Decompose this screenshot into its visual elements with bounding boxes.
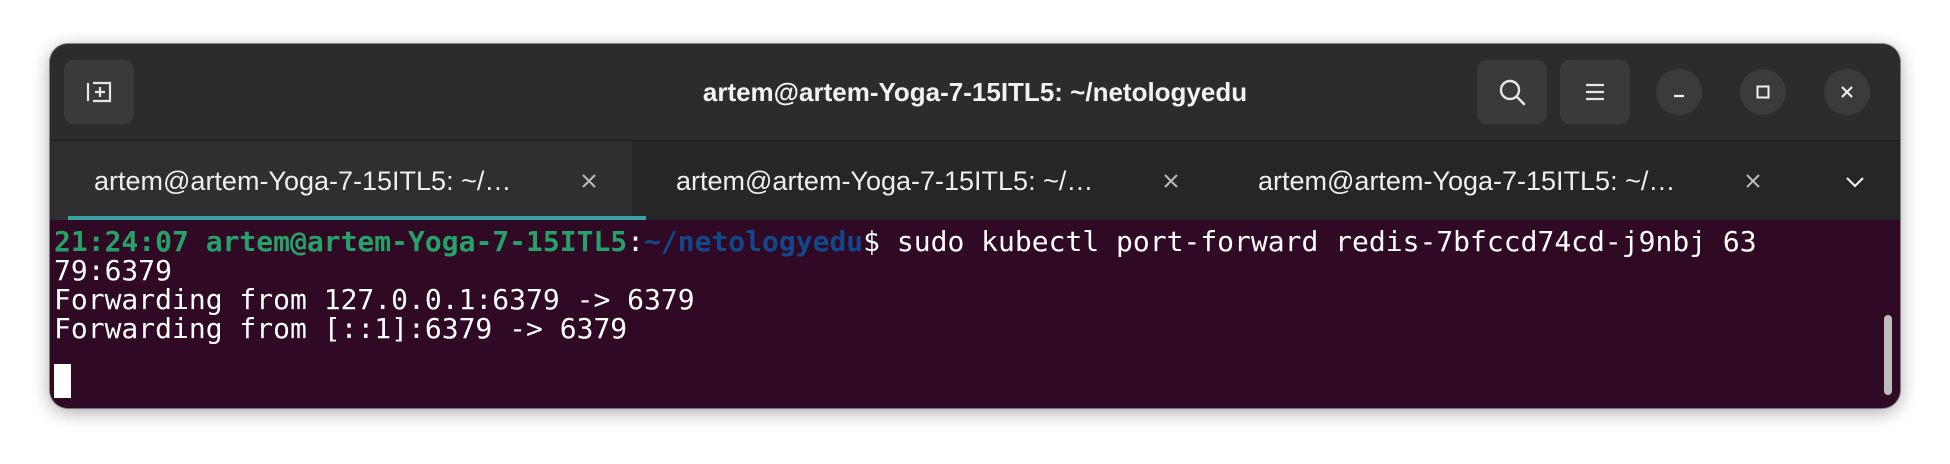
new-tab-button[interactable] bbox=[64, 60, 134, 124]
close-icon bbox=[1164, 174, 1178, 188]
tab-label: artem@artem-Yoga-7-15ITL5: ~/… bbox=[676, 165, 1094, 196]
prompt-colon: : bbox=[627, 225, 645, 258]
search-icon bbox=[1499, 79, 1526, 106]
maximize-button[interactable] bbox=[1740, 69, 1786, 115]
text-cursor bbox=[54, 364, 71, 398]
prompt-path: ~/netologyedu bbox=[644, 225, 864, 258]
tab-overflow-button[interactable] bbox=[1840, 167, 1870, 197]
header-bar: artem@artem-Yoga-7-15ITL5: ~/netologyedu bbox=[50, 44, 1900, 140]
tab-close-button[interactable] bbox=[1158, 168, 1184, 194]
close-icon bbox=[582, 174, 596, 188]
prompt-symbol: $ bbox=[863, 225, 881, 258]
tab-close-button[interactable] bbox=[576, 168, 602, 194]
hamburger-menu-icon bbox=[1586, 83, 1604, 101]
minimize-icon bbox=[1674, 94, 1684, 98]
tab-close-button[interactable] bbox=[1740, 168, 1766, 194]
output-line: Forwarding from [::1]:6379 -> 6379 bbox=[54, 312, 628, 345]
prompt-user-host: artem@artem-Yoga-7-15ITL5 bbox=[205, 225, 628, 258]
tab-2[interactable]: artem@artem-Yoga-7-15ITL5: ~/… bbox=[632, 141, 1214, 221]
command-text: sudo kubectl port-forward redis-7bfccd74… bbox=[880, 225, 1757, 258]
minimize-button[interactable] bbox=[1656, 69, 1702, 115]
terminal-window: artem@artem-Yoga-7-15ITL5: ~/netologyedu bbox=[50, 44, 1900, 408]
new-tab-icon bbox=[86, 81, 112, 103]
scrollbar[interactable] bbox=[1884, 315, 1892, 395]
menu-button[interactable] bbox=[1560, 60, 1630, 124]
chevron-down-icon bbox=[1846, 177, 1864, 188]
terminal-output-area[interactable]: 21:24:07 artem@artem-Yoga-7-15ITL5:~/net… bbox=[50, 220, 1900, 408]
command-prompt-line: 21:24:07 artem@artem-Yoga-7-15ITL5:~/net… bbox=[54, 224, 1757, 260]
tab-1[interactable]: artem@artem-Yoga-7-15ITL5: ~/… bbox=[50, 141, 646, 221]
tab-label: artem@artem-Yoga-7-15ITL5: ~/… bbox=[94, 165, 512, 196]
tab-3[interactable]: artem@artem-Yoga-7-15ITL5: ~/… bbox=[1214, 141, 1796, 221]
close-icon bbox=[1841, 86, 1853, 98]
maximize-icon bbox=[1756, 85, 1770, 99]
tab-label: artem@artem-Yoga-7-15ITL5: ~/… bbox=[1258, 165, 1676, 196]
close-icon bbox=[1746, 174, 1760, 188]
tab-bar: artem@artem-Yoga-7-15ITL5: ~/… artem@art… bbox=[50, 140, 1900, 221]
close-window-button[interactable] bbox=[1824, 69, 1870, 115]
search-button[interactable] bbox=[1477, 60, 1547, 124]
